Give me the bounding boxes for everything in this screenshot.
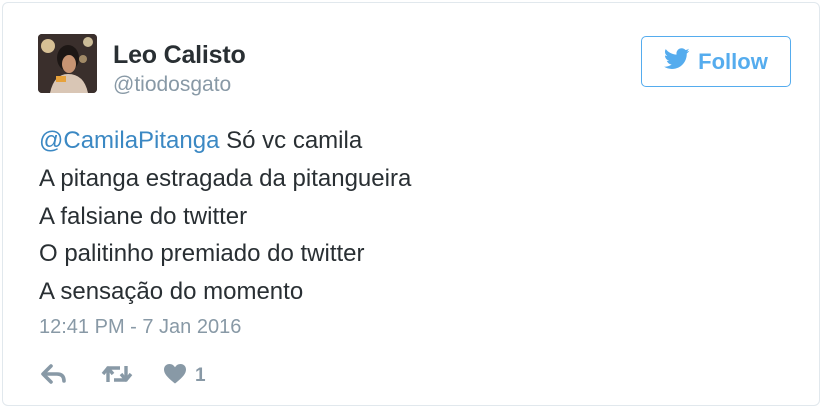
avatar[interactable]: [38, 34, 97, 93]
tweet-line-3: A falsiane do twitter: [39, 202, 248, 230]
timestamp[interactable]: 12:41 PM - 7 Jan 2016: [39, 316, 241, 339]
tweet-card: Leo Calisto @tiodosgato Follow @CamilaPi…: [2, 2, 820, 406]
reply-button[interactable]: [41, 363, 67, 389]
like-button[interactable]: 1: [163, 363, 206, 389]
tweet-actions: 1: [41, 363, 206, 389]
retweet-icon: [101, 363, 133, 390]
twitter-bird-icon: [664, 48, 690, 75]
mention-link[interactable]: @CamilaPitanga: [39, 127, 219, 154]
tweet-line-5: A sensação do momento: [39, 278, 304, 306]
follow-button[interactable]: Follow: [641, 36, 791, 87]
like-count: 1: [195, 365, 206, 386]
reply-arrow-icon: [41, 363, 67, 389]
tweet-text: @CamilaPitanga Só vc camila A pitanga es…: [39, 122, 411, 311]
follow-button-label: Follow: [698, 48, 768, 74]
retweet-button[interactable]: [101, 363, 133, 390]
tweet-line-2: A pitanga estragada da pitangueira: [39, 164, 412, 192]
tweet-line-1-text: Só vc camila: [219, 127, 363, 154]
display-name[interactable]: Leo Calisto: [113, 41, 246, 70]
screen-name[interactable]: @tiodosgato: [113, 73, 231, 97]
heart-icon: [163, 363, 187, 389]
tweet-line-4: O palitinho premiado do twitter: [39, 240, 365, 268]
